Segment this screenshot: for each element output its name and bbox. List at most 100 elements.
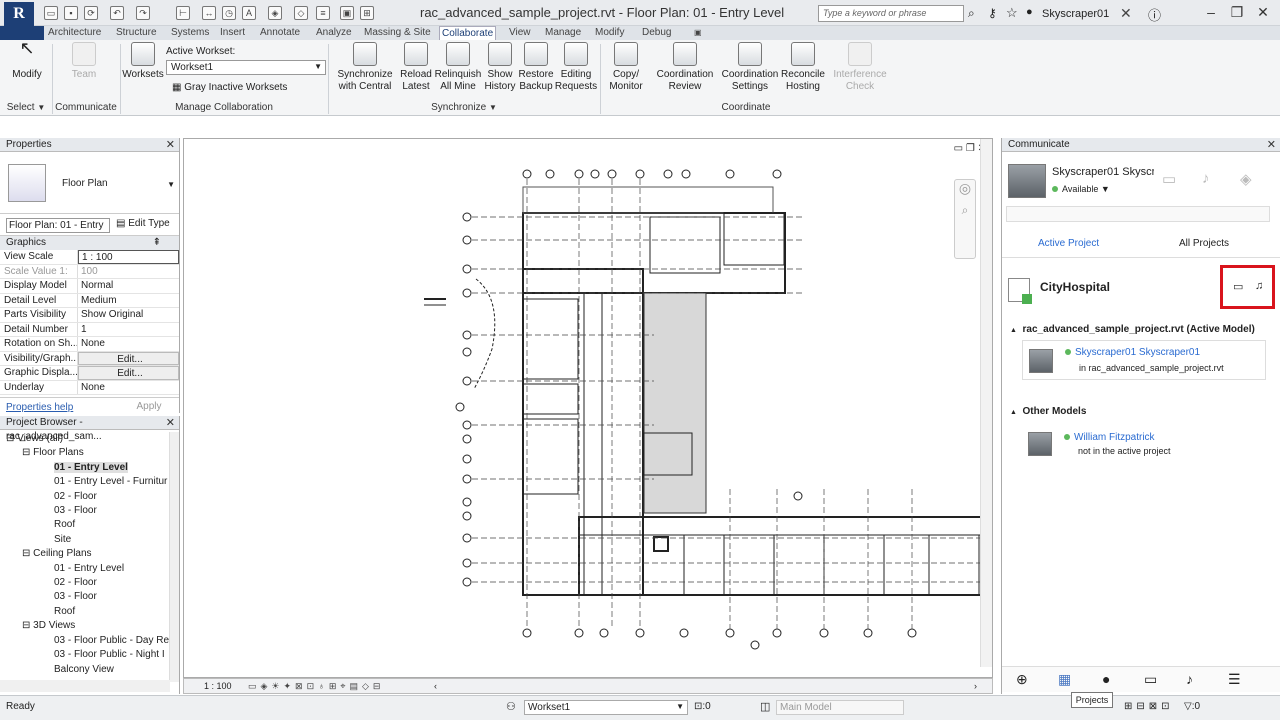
open-icon[interactable]: ▭: [44, 6, 58, 20]
projects-icon[interactable]: ▦: [1058, 671, 1071, 688]
help-icon[interactable]: ⓘ: [1148, 5, 1161, 24]
property-row[interactable]: Visibility/Graph... Edit...: [0, 351, 179, 366]
active-workset-select[interactable]: Workset1 ▼: [166, 60, 326, 75]
select-panel-dropdown[interactable]: Select ▼: [0, 101, 52, 115]
properties-help-link[interactable]: Properties help: [6, 402, 73, 413]
tab-systems[interactable]: Systems: [169, 26, 211, 40]
reload-latest-button[interactable]: Reload Latest: [398, 42, 434, 93]
browser-hscrollbar[interactable]: [0, 680, 170, 692]
username-label[interactable]: Skyscraper01: [1042, 8, 1109, 20]
tree-item[interactable]: 02 - Floor: [0, 490, 179, 504]
property-value[interactable]: None: [78, 381, 179, 395]
close-button[interactable]: ✕: [1250, 0, 1276, 26]
3d-view-icon[interactable]: ◈: [268, 6, 282, 20]
menu-list-icon[interactable]: ☰: [1228, 671, 1241, 688]
worksets-button[interactable]: Worksets: [122, 42, 164, 81]
messages-icon[interactable]: ▭: [1144, 671, 1157, 688]
member-card[interactable]: William Fitzpatrick not in the active pr…: [1022, 426, 1266, 462]
favorites-star-icon[interactable]: ☆: [1006, 5, 1018, 21]
view-instance-select[interactable]: Floor Plan: 01 - Entry: [6, 218, 110, 233]
copy-monitor-button[interactable]: Copy/ Monitor: [604, 42, 648, 93]
tree-item[interactable]: 03 - Floor Public - Night I: [0, 648, 179, 662]
property-row[interactable]: Display Model Normal: [0, 279, 179, 294]
user-icon[interactable]: ●: [1026, 6, 1033, 18]
property-row[interactable]: Detail Level Medium: [0, 293, 179, 308]
tree-item[interactable]: Roof: [0, 605, 179, 619]
project-notify-icon[interactable]: ♫: [1255, 280, 1263, 292]
design-option-select[interactable]: Main Model: [776, 700, 904, 715]
save-icon[interactable]: ▪: [64, 6, 78, 20]
property-row[interactable]: Rotation on Sh... None: [0, 337, 179, 352]
collapse-icon[interactable]: ⊟: [22, 548, 33, 559]
tab-collaborate[interactable]: Collaborate: [439, 26, 497, 40]
tab-all-projects[interactable]: All Projects: [1179, 238, 1229, 249]
property-value[interactable]: None: [78, 337, 179, 351]
notification-bell-icon[interactable]: ♪: [1202, 170, 1210, 187]
measure-icon[interactable]: ⊢: [176, 6, 190, 20]
filter-count[interactable]: ▽:0: [1184, 701, 1200, 712]
restore-backup-button[interactable]: Restore Backup: [518, 42, 554, 93]
property-row[interactable]: View Scale 1 : 100: [0, 250, 179, 265]
tree-item[interactable]: ⊟ 3D Views: [0, 619, 179, 633]
team-button[interactable]: Team: [64, 42, 104, 81]
tab-active-project[interactable]: Active Project: [1038, 238, 1099, 249]
coordination-review-button[interactable]: Coordination Review: [654, 42, 716, 93]
people-icon[interactable]: ●: [1102, 671, 1110, 687]
scroll-left-icon[interactable]: ‹: [434, 679, 437, 693]
tab-analyze[interactable]: Analyze: [314, 26, 354, 40]
avatar[interactable]: [1008, 164, 1046, 198]
restore-button[interactable]: ❐: [1224, 0, 1250, 26]
property-value[interactable]: 1 : 100: [78, 250, 179, 264]
property-row[interactable]: Detail Number 1: [0, 322, 179, 337]
tab-annotate[interactable]: Annotate: [258, 26, 302, 40]
property-row[interactable]: Underlay None: [0, 380, 179, 395]
property-row[interactable]: Parts Visibility Show Original: [0, 308, 179, 323]
ribbon-toggle-icon[interactable]: ▣: [692, 26, 704, 40]
status-selector[interactable]: Available ▼: [1052, 184, 1110, 194]
exchange-apps-icon[interactable]: ✕: [1120, 5, 1132, 22]
type-selector[interactable]: Floor Plan ▼: [0, 152, 179, 214]
thin-lines-icon[interactable]: ≡: [316, 6, 330, 20]
tree-item[interactable]: 03 - Floor: [0, 590, 179, 604]
apply-button[interactable]: Apply: [126, 400, 172, 414]
tab-insert[interactable]: Insert: [218, 26, 247, 40]
text-icon[interactable]: A: [242, 6, 256, 20]
undo-icon[interactable]: ↶: [110, 6, 124, 20]
tag-icon[interactable]: ◷: [222, 6, 236, 20]
tab-view[interactable]: View: [507, 26, 533, 40]
aligned-dimension-icon[interactable]: ↔: [202, 6, 216, 20]
close-icon[interactable]: ✕: [1267, 138, 1276, 152]
section-icon[interactable]: ◇: [294, 6, 308, 20]
property-value[interactable]: Medium: [78, 294, 179, 308]
other-models-group[interactable]: ▲ Other Models: [1010, 406, 1086, 417]
revit-logo[interactable]: R: [4, 2, 34, 26]
selection-toggle-icons[interactable]: ⊞⊟⊠⊡: [1124, 701, 1174, 712]
synchronize-with-central-button[interactable]: Synchronize with Central: [335, 42, 395, 93]
interference-check-button[interactable]: Interference Check: [832, 42, 888, 93]
switch-windows-icon[interactable]: ⊞: [360, 6, 374, 20]
property-value[interactable]: Edit...: [78, 351, 179, 365]
editable-only-count[interactable]: ⊡:0: [694, 701, 711, 712]
tab-debug[interactable]: Debug: [640, 26, 673, 40]
steering-wheel-icon[interactable]: ◎: [955, 180, 975, 197]
design-options-icon[interactable]: ◫: [760, 700, 770, 713]
tab-structure[interactable]: Structure: [114, 26, 159, 40]
collapse-icon[interactable]: ⊟: [22, 447, 33, 458]
property-value[interactable]: Normal: [78, 279, 179, 293]
collapse-icon[interactable]: ⊟: [22, 620, 33, 631]
drawing-area[interactable]: ▭ ❐ ✕ ◎ ⌕: [183, 138, 993, 678]
tab-massing-site[interactable]: Massing & Site: [362, 26, 433, 40]
edit-type-button[interactable]: ▤ Edit Type: [116, 218, 170, 229]
property-value[interactable]: Edit...: [78, 366, 179, 380]
tree-item[interactable]: ⊟ Floor Plans: [0, 446, 179, 460]
tree-item[interactable]: 01 - Entry Level - Furnitur: [0, 475, 179, 489]
property-row[interactable]: Scale Value 1: 100: [0, 264, 179, 279]
tree-item[interactable]: ⊟ Ceiling Plans: [0, 547, 179, 561]
tree-item[interactable]: Site: [0, 533, 179, 547]
worksets-icon[interactable]: ⚇: [506, 700, 516, 713]
tree-item[interactable]: Roof: [0, 518, 179, 532]
tree-item[interactable]: 01 - Entry Level: [0, 461, 179, 475]
show-history-button[interactable]: Show History: [482, 42, 518, 93]
minimize-button[interactable]: –: [1198, 0, 1224, 26]
active-model-group[interactable]: ▲ rac_advanced_sample_project.rvt (Activ…: [1010, 324, 1255, 335]
